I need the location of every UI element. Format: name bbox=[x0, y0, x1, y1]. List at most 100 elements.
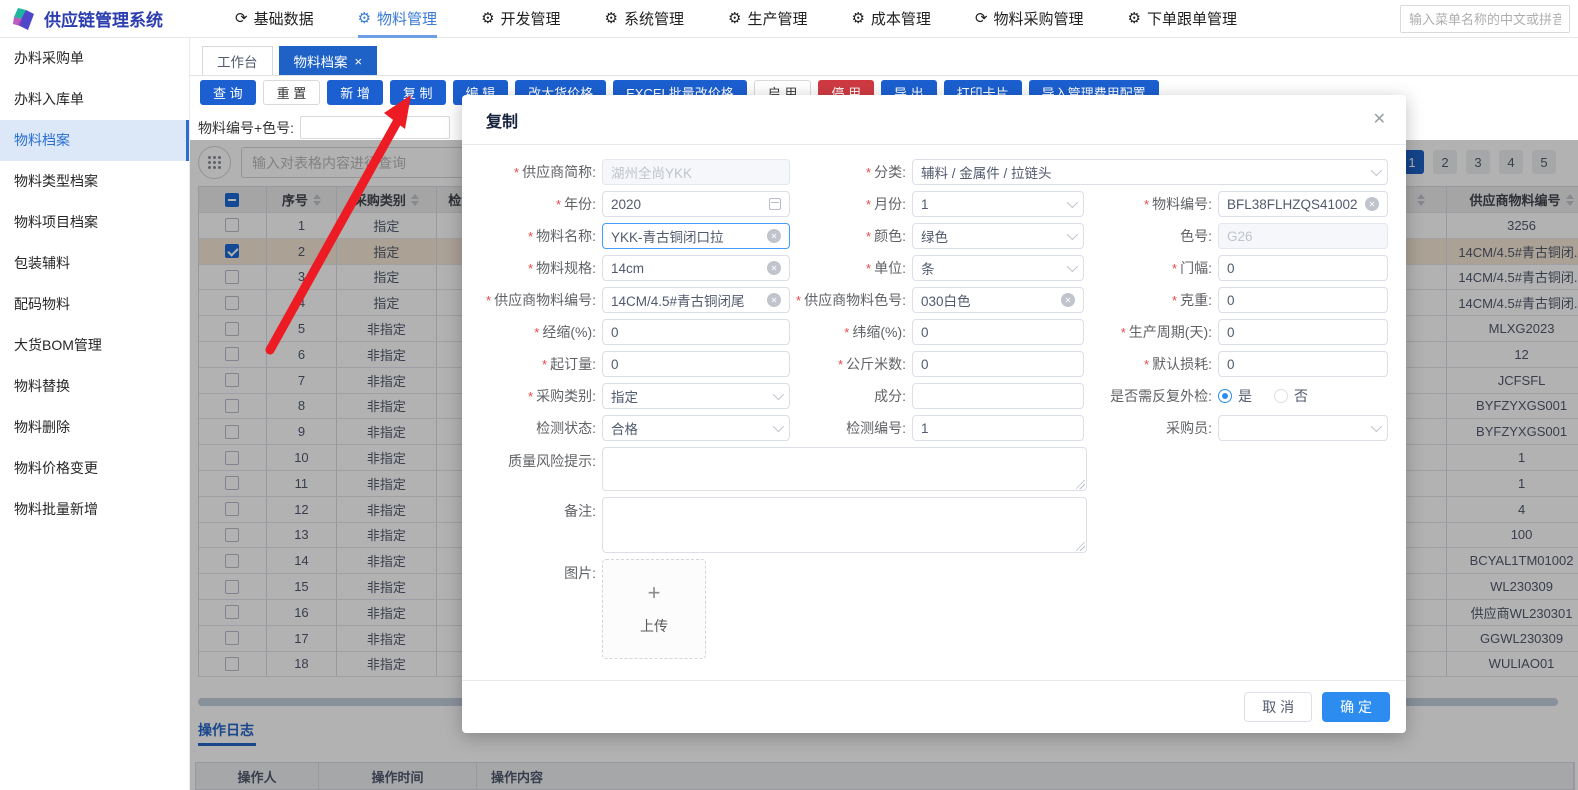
nav-item-4[interactable]: ⚙ 系统管理 bbox=[605, 0, 684, 38]
material_spec-field[interactable]: 14cm ✕ bbox=[602, 255, 790, 281]
sidebar-item-10[interactable]: 物料删除 bbox=[0, 407, 189, 448]
material_name-label: * 物料名称: bbox=[528, 228, 596, 244]
nav-item-label: 生产管理 bbox=[747, 11, 808, 28]
resize-handle-icon[interactable] bbox=[1076, 480, 1085, 489]
tab-bar: 工作台 物料档案 × bbox=[202, 46, 378, 75]
chevron-down-icon bbox=[1066, 196, 1079, 209]
copy-dialog: 复制 ✕ * 供应商简称: 湖州全尚YKK * 分类: 辅料 / 金属件 / 拉链头 * 年份… bbox=[462, 95, 1406, 733]
repeat_inspection-radio-2[interactable]: 否 bbox=[1274, 386, 1308, 406]
menu-search-input[interactable] bbox=[1400, 5, 1570, 33]
gram_weight-form-item: * 克重: 0 bbox=[1098, 287, 1390, 313]
color-select[interactable]: 绿色 bbox=[912, 223, 1084, 249]
kg_meters-form-item: * 公斤米数: 0 bbox=[790, 351, 1098, 377]
image-label: 图片: bbox=[564, 565, 596, 581]
test_no-label: 检测编号: bbox=[846, 420, 906, 436]
clear-icon[interactable]: ✕ bbox=[1365, 197, 1379, 211]
kg_meters-field[interactable]: 0 bbox=[912, 351, 1084, 377]
buyer-select[interactable] bbox=[1218, 415, 1388, 441]
nav-item-8[interactable]: ⚙ 下单跟单管理 bbox=[1128, 0, 1237, 38]
min_order_qty-field[interactable]: 0 bbox=[602, 351, 790, 377]
quality_risk_note-textarea[interactable] bbox=[602, 447, 1087, 491]
nav-item-label: 基础数据 bbox=[253, 11, 314, 28]
quality_risk_note-label: 质量风险提示: bbox=[508, 453, 596, 469]
production_cycle-label: * 生产周期(天): bbox=[1120, 324, 1212, 340]
gram_weight-field[interactable]: 0 bbox=[1218, 287, 1388, 313]
sidebar-item-9[interactable]: 物料替换 bbox=[0, 366, 189, 407]
nav-item-2[interactable]: ⚙ 物料管理 bbox=[358, 0, 437, 38]
supplier_material_code-field[interactable]: 14CM/4.5#青古铜闭尾 ✕ bbox=[602, 287, 790, 313]
required-asterisk: * bbox=[1144, 356, 1150, 372]
warp_shrink-form-item: * 经缩(%): 0 bbox=[478, 319, 790, 345]
sidebar-item-12[interactable]: 物料批量新增 bbox=[0, 489, 189, 530]
door_width-field[interactable]: 0 bbox=[1218, 255, 1388, 281]
category-select[interactable]: 辅料 / 金属件 / 拉链头 bbox=[912, 159, 1388, 185]
nav-item-1[interactable]: ⟳ 基础数据 bbox=[235, 0, 314, 38]
supplier_short_name-form-item: * 供应商简称: 湖州全尚YKK bbox=[478, 159, 790, 185]
sidebar-item-3[interactable]: 物料档案 bbox=[0, 120, 189, 161]
required-asterisk: * bbox=[838, 356, 844, 372]
refresh-circle-icon: ⟳ bbox=[235, 10, 248, 27]
tab-2[interactable]: 物料档案 × bbox=[278, 46, 378, 75]
sidebar-item-7[interactable]: 配码物料 bbox=[0, 284, 189, 325]
required-asterisk: * bbox=[528, 388, 534, 404]
material_name-field[interactable]: YKK-青古铜闭口拉 ✕ bbox=[602, 223, 790, 249]
clear-icon[interactable]: ✕ bbox=[767, 293, 781, 307]
sidebar-item-5[interactable]: 物料项目档案 bbox=[0, 202, 189, 243]
year-field[interactable]: 2020 bbox=[602, 191, 790, 217]
test_status-label: 检测状态: bbox=[536, 420, 596, 436]
confirm-button[interactable]: 确 定 bbox=[1322, 692, 1390, 722]
sidebar-item-2[interactable]: 办料入库单 bbox=[0, 79, 189, 120]
sidebar-item-4[interactable]: 物料类型档案 bbox=[0, 161, 189, 202]
material_code-field[interactable]: BFL38FLHZQS41002 ✕ bbox=[1218, 191, 1388, 217]
weft_shrink-field[interactable]: 0 bbox=[912, 319, 1084, 345]
nav-menu: ⟳ 基础数据 ⚙ 物料管理 ⚙ 开发管理 ⚙ 系统管理 ⚙ 生产管理 ⚙ 成本管理 ⟳ 物料采购管理 ⚙ 下单… bbox=[235, 0, 1237, 38]
clear-icon[interactable]: ✕ bbox=[767, 261, 781, 275]
repeat_inspection-radio-1[interactable]: 是 bbox=[1218, 386, 1252, 406]
app-logo: 供应链管理系统 bbox=[0, 6, 235, 31]
toolbar-button-1[interactable]: 查 询 bbox=[200, 80, 256, 105]
gear-icon: ⚙ bbox=[604, 10, 618, 27]
door_width-label: * 门幅: bbox=[1172, 260, 1212, 276]
composition-field[interactable] bbox=[912, 383, 1084, 409]
month-select[interactable]: 1 bbox=[912, 191, 1084, 217]
nav-item-5[interactable]: ⚙ 生产管理 bbox=[728, 0, 807, 38]
clear-icon[interactable]: ✕ bbox=[767, 229, 781, 243]
tabs-divider bbox=[190, 75, 1578, 76]
material-code-color-filter-input[interactable] bbox=[300, 116, 451, 139]
sidebar-item-1[interactable]: 办料采购单 bbox=[0, 38, 189, 79]
required-asterisk: * bbox=[796, 292, 802, 308]
sidebar-item-6[interactable]: 包装辅料 bbox=[0, 243, 189, 284]
tab-close-icon[interactable]: × bbox=[355, 55, 363, 68]
nav-item-label: 物料采购管理 bbox=[993, 11, 1084, 28]
toolbar-button-3[interactable]: 新 增 bbox=[327, 80, 383, 105]
resize-handle-icon[interactable] bbox=[1076, 542, 1085, 551]
production_cycle-field[interactable]: 0 bbox=[1218, 319, 1388, 345]
test_no-field[interactable]: 1 bbox=[912, 415, 1084, 441]
color-label: * 颜色: bbox=[866, 228, 906, 244]
clear-icon[interactable]: ✕ bbox=[1061, 293, 1075, 307]
sidebar-item-11[interactable]: 物料价格变更 bbox=[0, 448, 189, 489]
sidebar: 办料采购单 办料入库单 物料档案 物料类型档案 物料项目档案 包装辅料 配码物料 大货BOM管… bbox=[0, 38, 190, 790]
test_status-select[interactable]: 合格 bbox=[602, 415, 790, 441]
purchase_type-select[interactable]: 指定 bbox=[602, 383, 790, 409]
default_loss-field[interactable]: 0 bbox=[1218, 351, 1388, 377]
nav-item-3[interactable]: ⚙ 开发管理 bbox=[481, 0, 560, 38]
nav-item-7[interactable]: ⟳ 物料采购管理 bbox=[975, 0, 1084, 38]
app-logo-icon bbox=[13, 7, 34, 30]
cancel-button[interactable]: 取 消 bbox=[1244, 692, 1313, 722]
warp_shrink-field[interactable]: 0 bbox=[602, 319, 790, 345]
close-icon[interactable]: ✕ bbox=[1373, 109, 1386, 129]
supplier_material_color_no-field[interactable]: 030白色 ✕ bbox=[912, 287, 1084, 313]
test_status-form-item: 检测状态: 合格 bbox=[478, 415, 790, 441]
tab-1[interactable]: 工作台 bbox=[202, 46, 273, 75]
unit-select[interactable]: 条 bbox=[912, 255, 1084, 281]
unit-label: * 单位: bbox=[866, 260, 906, 276]
image-upload-button[interactable]: + 上传 bbox=[602, 559, 706, 659]
nav-item-6[interactable]: ⚙ 成本管理 bbox=[851, 0, 930, 38]
chevron-down-icon bbox=[1066, 228, 1079, 241]
toolbar-button-4[interactable]: 复 制 bbox=[389, 80, 446, 105]
remark-textarea[interactable] bbox=[602, 497, 1087, 553]
color_no-label: 色号: bbox=[1180, 228, 1212, 244]
sidebar-item-8[interactable]: 大货BOM管理 bbox=[0, 325, 189, 366]
toolbar-button-2[interactable]: 重 置 bbox=[262, 80, 321, 105]
